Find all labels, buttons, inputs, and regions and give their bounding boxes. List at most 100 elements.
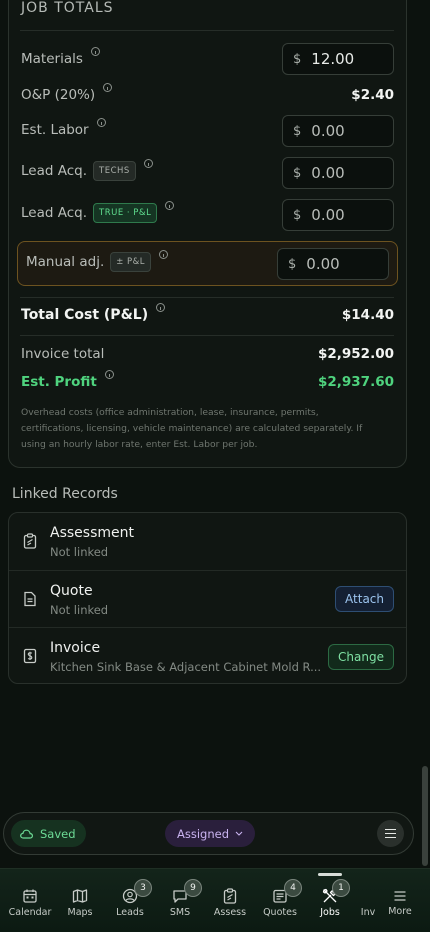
job-detail-scroll[interactable]: JOB TOTALS Materials $ O&P (20%) $2.40 E…	[0, 0, 430, 868]
clipboard-icon	[223, 888, 237, 904]
materials-field[interactable]: $	[282, 43, 394, 75]
active-indicator	[318, 873, 342, 876]
cloud-icon	[20, 829, 33, 839]
invoice-total-row: Invoice total	[21, 346, 104, 362]
nav-label: Leads	[116, 907, 144, 918]
job-totals-title-text: JOB TOTALS	[21, 0, 114, 16]
info-icon[interactable]	[143, 158, 153, 168]
info-icon[interactable]	[159, 249, 169, 259]
pl-adjust-tag: ± P&L	[110, 252, 152, 272]
chevron-down-icon	[235, 831, 243, 836]
currency-symbol: $	[288, 256, 297, 272]
job-status-bar: Saved Assigned	[3, 812, 414, 855]
sms-badge: 9	[184, 879, 202, 897]
materials-label: Materials	[21, 51, 83, 67]
techs-tag: TECHS	[93, 161, 136, 181]
record-invoice[interactable]: Invoice Kitchen Sink Base & Adjacent Cab…	[9, 627, 406, 684]
info-icon[interactable]	[96, 117, 106, 127]
manual-adj-label: Manual adj.	[26, 254, 105, 270]
record-subtitle: Not linked	[50, 603, 109, 617]
saved-indicator: Saved	[11, 820, 86, 847]
info-icon[interactable]	[104, 369, 114, 379]
linked-records-list: Assessment Not linked Quote Not linked A…	[8, 512, 407, 684]
quotes-badge: 4	[284, 879, 302, 897]
total-cost-label: Total Cost (P&L)	[21, 307, 149, 323]
menu-icon-line	[385, 828, 396, 831]
invoice-total-value: $2,952.00	[317, 346, 394, 362]
overhead-footnote: Overhead costs (office administration, l…	[21, 407, 363, 450]
divider	[20, 335, 394, 336]
nav-leads[interactable]: Leads 3	[105, 869, 155, 932]
overhead-profit-row: O&P (20%)	[21, 82, 113, 103]
change-invoice-button[interactable]: Change	[328, 644, 394, 670]
true-pl-tag: TRUE · P&L	[93, 203, 158, 223]
linked-records-heading: Linked Records	[12, 486, 118, 502]
lead-acq-true-input[interactable]	[311, 206, 382, 224]
record-quote[interactable]: Quote Not linked Attach	[9, 570, 406, 627]
status-label: Assigned	[177, 826, 230, 841]
divider	[20, 297, 394, 298]
info-icon[interactable]	[165, 200, 175, 210]
overhead-profit-value: $2.40	[351, 87, 394, 103]
info-icon[interactable]	[90, 46, 100, 56]
nav-label: Maps	[67, 907, 93, 918]
record-title: Quote	[50, 583, 93, 599]
lead-acq-true-field[interactable]: $	[282, 199, 394, 231]
info-icon[interactable]	[156, 302, 166, 312]
manual-adj-row: Manual adj. ± P&L	[26, 249, 169, 272]
total-cost-value: $14.40	[341, 307, 394, 323]
lead-acq-techs-row: Lead Acq. TECHS	[21, 158, 153, 181]
nav-label: Quotes	[263, 907, 297, 918]
nav-quotes[interactable]: Quotes 4	[255, 869, 305, 932]
job-totals-title: JOB TOTALS	[21, 0, 114, 16]
est-labor-row: Est. Labor	[21, 117, 106, 138]
scrollbar-thumb[interactable]	[422, 766, 428, 866]
invoice-icon	[23, 648, 37, 664]
map-icon	[72, 889, 88, 903]
calendar-icon	[23, 889, 37, 903]
lead-acq-techs-label: Lead Acq.	[21, 163, 88, 179]
info-icon[interactable]	[103, 82, 113, 92]
nav-more[interactable]: More	[375, 869, 425, 932]
lead-acq-true-row: Lead Acq. TRUE · P&L	[21, 200, 175, 223]
document-icon	[24, 591, 36, 607]
lead-acq-techs-field[interactable]: $	[282, 157, 394, 189]
nav-maps[interactable]: Maps	[55, 869, 105, 932]
nav-calendar[interactable]: Calendar	[5, 869, 55, 932]
currency-symbol: $	[293, 123, 302, 139]
record-assessment[interactable]: Assessment Not linked	[9, 513, 406, 570]
nav-label: Calendar	[8, 907, 52, 918]
attach-quote-button[interactable]: Attach	[335, 586, 394, 612]
manual-adj-field[interactable]: $	[277, 248, 389, 280]
est-labor-input[interactable]	[311, 122, 382, 140]
nav-sms[interactable]: SMS 9	[155, 869, 205, 932]
manual-adj-input[interactable]	[306, 255, 377, 273]
nav-label: SMS	[169, 907, 191, 918]
lead-acq-techs-input[interactable]	[311, 164, 382, 182]
materials-input[interactable]	[311, 50, 382, 68]
est-labor-label: Est. Labor	[21, 122, 89, 138]
record-subtitle: Not linked	[50, 545, 109, 559]
bottom-nav: Calendar Maps Leads 3 SMS 9 Assess Quote…	[0, 868, 430, 932]
nav-assess[interactable]: Assess	[205, 869, 255, 932]
materials-row: Materials	[21, 46, 100, 67]
menu-icon	[394, 891, 406, 901]
est-profit-label: Est. Profit	[21, 374, 97, 390]
currency-symbol: $	[293, 207, 302, 223]
est-labor-field[interactable]: $	[282, 115, 394, 147]
menu-button[interactable]	[377, 820, 404, 847]
nav-label: Inv	[360, 907, 376, 918]
est-profit-row: Est. Profit	[21, 369, 114, 390]
currency-symbol: $	[293, 165, 302, 181]
menu-icon-line	[385, 832, 396, 835]
status-dropdown[interactable]: Assigned	[165, 820, 256, 847]
saved-label: Saved	[40, 826, 76, 841]
total-cost-row: Total Cost (P&L)	[21, 302, 166, 323]
leads-badge: 3	[134, 879, 152, 897]
divider	[20, 30, 394, 31]
record-title: Invoice	[50, 640, 101, 656]
nav-label: More	[388, 906, 412, 917]
nav-label: Assess	[213, 907, 247, 918]
overhead-profit-label: O&P (20%)	[21, 87, 96, 103]
record-title: Assessment	[50, 525, 134, 541]
